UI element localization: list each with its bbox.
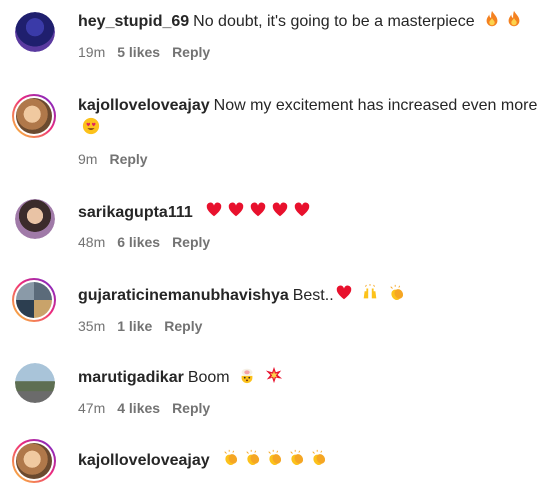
comment-username[interactable]: hey_stupid_69 — [78, 13, 189, 30]
clapping-hands-icon — [310, 449, 328, 467]
comment-text: kajolloveloveajay — [78, 449, 553, 472]
comment-text: kajolloveloveajay Now my excitement has i… — [78, 94, 548, 140]
comment-meta: 19m 5 likes Reply — [78, 44, 553, 60]
comment-time: 19m — [78, 44, 106, 60]
comment-text: sarikagupta111 — [78, 201, 553, 224]
comment-username[interactable]: marutigadikar — [78, 369, 184, 386]
comment-meta: 9m Reply — [78, 151, 548, 167]
avatar[interactable] — [12, 439, 56, 483]
clapping-hands-icon — [288, 449, 306, 467]
avatar[interactable] — [12, 278, 56, 322]
comment-username[interactable]: gujaraticinemanubhavishya — [78, 287, 289, 304]
reply-button[interactable]: Reply — [172, 44, 210, 60]
red-heart-icon — [249, 201, 267, 219]
comment-time: 35m — [78, 318, 106, 334]
heart-eyes-icon — [82, 117, 100, 135]
raising-hands-icon — [361, 284, 379, 302]
clapping-hands-icon — [244, 449, 262, 467]
red-heart-icon — [335, 284, 353, 302]
exploding-head-icon — [238, 366, 256, 384]
comment-username[interactable]: kajolloveloveajay — [78, 452, 210, 469]
reply-button[interactable]: Reply — [109, 151, 147, 167]
red-heart-icon — [293, 201, 311, 219]
fire-icon — [505, 10, 523, 28]
clapping-hands-icon — [388, 284, 406, 302]
avatar[interactable] — [15, 199, 55, 239]
red-heart-icon — [227, 201, 245, 219]
likes-count[interactable]: 4 likes — [117, 400, 160, 416]
red-heart-icon — [205, 201, 223, 219]
reply-button[interactable]: Reply — [164, 318, 202, 334]
comment-body: Now my excitement has increased even mor… — [213, 97, 538, 114]
avatar[interactable] — [15, 363, 55, 403]
comment-text: hey_stupid_69 No doubt, it's going to be … — [78, 10, 553, 33]
collision-icon — [265, 366, 283, 384]
comment-username[interactable]: sarikagupta111 — [78, 204, 193, 221]
comment-text: gujaraticinemanubhavishya Best.. — [78, 284, 553, 307]
comment-meta: 35m 1 like Reply — [78, 318, 553, 334]
avatar[interactable] — [15, 12, 55, 52]
reply-button[interactable]: Reply — [172, 400, 210, 416]
likes-count[interactable]: 6 likes — [117, 234, 160, 250]
comment-body: No doubt, it's going to be a masterpiece — [193, 13, 475, 30]
comment-time: 48m — [78, 234, 106, 250]
avatar[interactable] — [12, 94, 56, 138]
comment-body: Best.. — [292, 287, 334, 304]
reply-button[interactable]: Reply — [172, 234, 210, 250]
comment-username[interactable]: kajolloveloveajay — [78, 97, 210, 114]
comment-meta: 47m 4 likes Reply — [78, 400, 553, 416]
clapping-hands-icon — [222, 449, 240, 467]
fire-icon — [483, 10, 501, 28]
comment-time: 47m — [78, 400, 106, 416]
comment-body: Boom — [187, 369, 230, 386]
clapping-hands-icon — [266, 449, 284, 467]
comment-meta: 48m 6 likes Reply — [78, 234, 553, 250]
likes-count[interactable]: 5 likes — [117, 44, 160, 60]
comment-time: 9m — [78, 151, 98, 167]
likes-count[interactable]: 1 like — [117, 318, 152, 334]
red-heart-icon — [271, 201, 289, 219]
comment-text: marutigadikar Boom — [78, 366, 553, 389]
